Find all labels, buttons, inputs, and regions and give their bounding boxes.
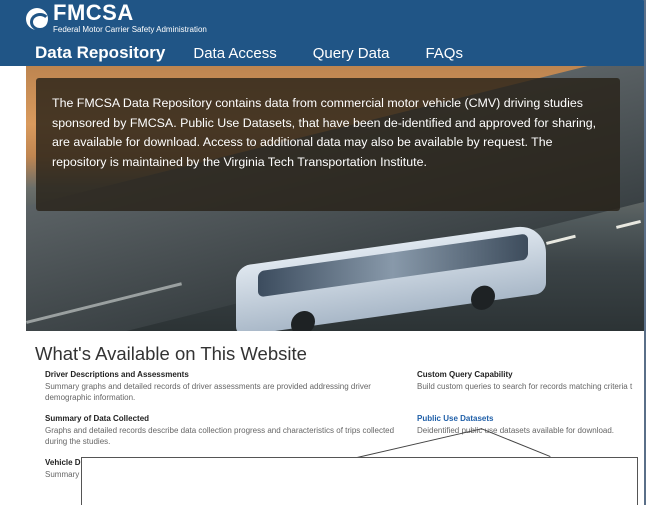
- feature-title: Custom Query Capability: [417, 370, 513, 379]
- section-title: What's Available on This Website: [35, 343, 307, 364]
- public-use-datasets-link[interactable]: Public Use Datasets: [417, 414, 642, 423]
- feature-public-datasets[interactable]: Public Use Datasets Deidentified public …: [417, 414, 642, 436]
- logo-subtitle: Federal Motor Carrier Safety Administrat…: [53, 25, 207, 34]
- feature-desc: Summary graphs and detailed records of d…: [45, 382, 371, 402]
- feature-title: Driver Descriptions and Assessments: [45, 370, 189, 379]
- lane-marking: [616, 219, 641, 229]
- nav-query-data[interactable]: Query Data: [313, 45, 390, 62]
- intro-box: The FMCSA Data Repository contains data …: [36, 78, 620, 211]
- fmcsa-logo-icon: [26, 7, 50, 31]
- site-header: FMCSA Federal Motor Carrier Safety Admin…: [0, 0, 644, 66]
- nav-faqs[interactable]: FAQs: [425, 45, 463, 62]
- main-nav: Data Repository Data Access Query Data F…: [35, 43, 499, 63]
- fmcsa-logo[interactable]: FMCSA Federal Motor Carrier Safety Admin…: [26, 2, 207, 35]
- feature-summary-data[interactable]: Summary of Data Collected Graphs and det…: [45, 414, 415, 447]
- feature-desc: Graphs and detailed records describe dat…: [45, 426, 395, 446]
- feature-driver-descriptions[interactable]: Driver Descriptions and Assessments Summ…: [45, 370, 415, 403]
- nav-data-access[interactable]: Data Access: [193, 45, 276, 62]
- nav-data-repository[interactable]: Data Repository: [35, 43, 165, 63]
- browser-frame: FMCSA Federal Motor Carrier Safety Admin…: [0, 0, 646, 505]
- feature-custom-query[interactable]: Custom Query Capability Build custom que…: [417, 370, 644, 392]
- callout-box: [81, 457, 638, 505]
- logo-title: FMCSA: [53, 0, 134, 25]
- intro-text: The FMCSA Data Repository contains data …: [52, 96, 597, 169]
- feature-desc: Build custom queries to search for recor…: [417, 382, 633, 391]
- feature-title: Summary of Data Collected: [45, 414, 150, 423]
